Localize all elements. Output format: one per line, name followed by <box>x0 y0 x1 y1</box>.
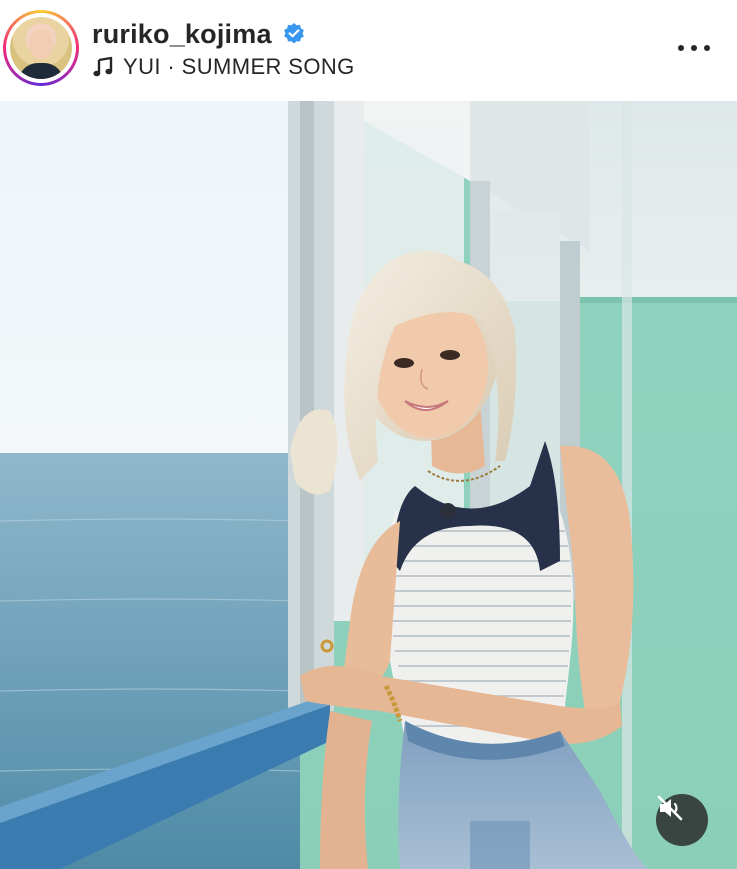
verified-badge-icon <box>282 22 306 46</box>
post-photo <box>0 101 737 869</box>
speaker-muted-icon[interactable] <box>656 794 708 846</box>
username[interactable]: ruriko_kojima <box>92 19 272 50</box>
audio-title: YUI · SUMMER SONG <box>123 54 355 79</box>
post-header: ruriko_kojima YUI · SUMMER SONG <box>0 0 737 101</box>
avatar-face <box>29 29 53 59</box>
music-note-icon <box>92 56 114 78</box>
story-ring[interactable] <box>3 10 79 86</box>
more-options-icon[interactable] <box>674 36 714 60</box>
avatar-shirt <box>18 63 64 79</box>
username-row: ruriko_kojima <box>92 18 306 50</box>
avatar[interactable] <box>10 17 72 79</box>
audio-row[interactable]: YUI · SUMMER SONG <box>92 54 355 80</box>
post-media[interactable] <box>0 101 737 869</box>
